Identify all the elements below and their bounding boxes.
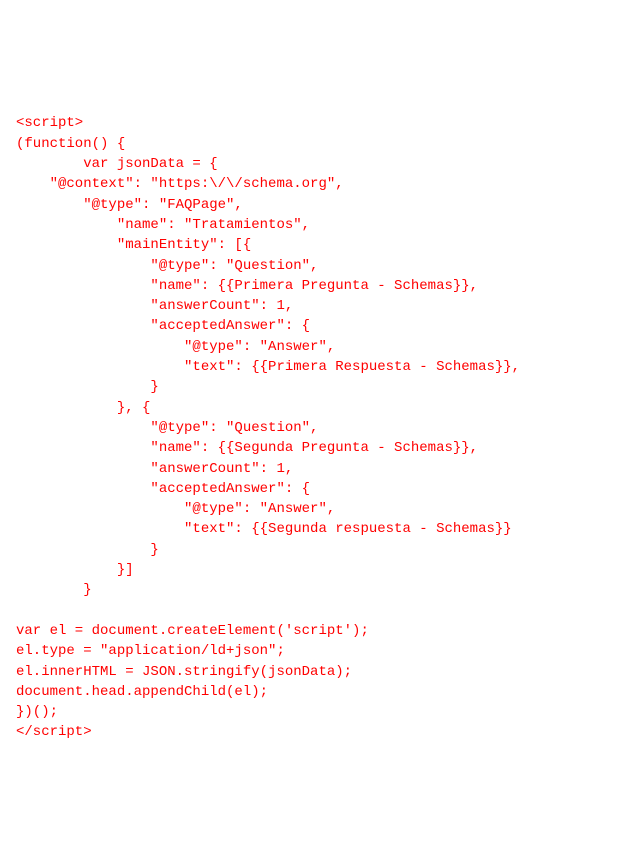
code-line: }] bbox=[16, 562, 134, 578]
code-line: "@type": "Answer", bbox=[16, 501, 335, 517]
code-block: <script> (function() { var jsonData = { … bbox=[16, 93, 620, 743]
code-line: document.head.appendChild(el); bbox=[16, 684, 268, 700]
code-line: "mainEntity": [{ bbox=[16, 237, 251, 253]
code-line: } bbox=[16, 379, 159, 395]
code-line: "text": {{Primera Respuesta - Schemas}}, bbox=[16, 359, 520, 375]
code-line: el.innerHTML = JSON.stringify(jsonData); bbox=[16, 664, 352, 680]
code-line: }, { bbox=[16, 400, 150, 416]
code-line: } bbox=[16, 542, 159, 558]
code-line: var jsonData = { bbox=[16, 156, 218, 172]
code-line: } bbox=[16, 582, 92, 598]
code-line: "@type": "Question", bbox=[16, 420, 318, 436]
code-line: "@context": "https:\/\/schema.org", bbox=[16, 176, 344, 192]
code-line: "@type": "FAQPage", bbox=[16, 197, 243, 213]
code-line: "@type": "Answer", bbox=[16, 339, 335, 355]
code-line: "acceptedAnswer": { bbox=[16, 481, 310, 497]
code-line: })(); bbox=[16, 704, 58, 720]
code-line: <script> bbox=[16, 115, 83, 131]
code-line: el.type = "application/ld+json"; bbox=[16, 643, 285, 659]
code-line: "name": {{Primera Pregunta - Schemas}}, bbox=[16, 278, 478, 294]
code-line: </script> bbox=[16, 724, 92, 740]
code-line: "name": "Tratamientos", bbox=[16, 217, 310, 233]
code-line: "acceptedAnswer": { bbox=[16, 318, 310, 334]
code-line: (function() { bbox=[16, 136, 125, 152]
code-line: "@type": "Question", bbox=[16, 258, 318, 274]
code-line: "answerCount": 1, bbox=[16, 461, 293, 477]
code-line: var el = document.createElement('script'… bbox=[16, 623, 369, 639]
code-line: "text": {{Segunda respuesta - Schemas}} bbox=[16, 521, 512, 537]
code-line: "name": {{Segunda Pregunta - Schemas}}, bbox=[16, 440, 478, 456]
code-line: "answerCount": 1, bbox=[16, 298, 293, 314]
